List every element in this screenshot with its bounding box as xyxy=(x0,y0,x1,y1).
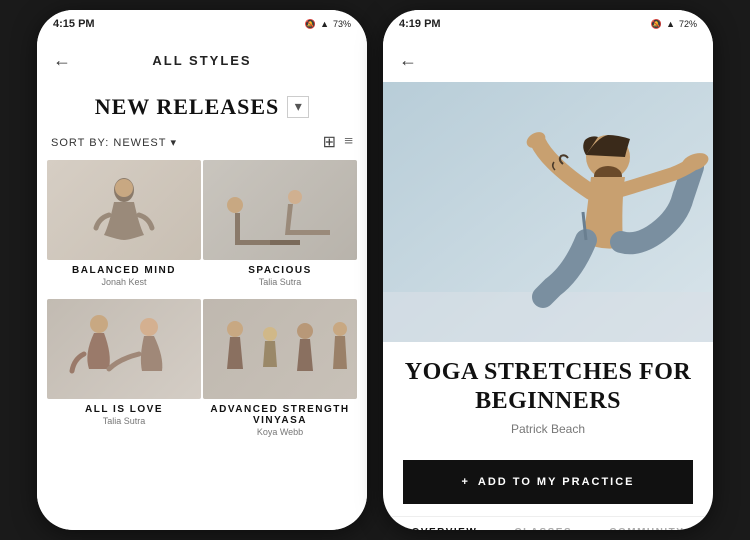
tab-classes[interactable]: CLASSES xyxy=(514,527,572,530)
right-phone: 4:19 PM 🔕 ▲ 72% ← xyxy=(383,10,713,530)
signal-icon: 🔕 xyxy=(305,19,316,30)
hero-title: YOGA STRETCHES FOR BEGINNERS xyxy=(403,358,693,416)
video-subtitle-4: Koya Webb xyxy=(257,427,303,437)
wifi-icon-right: ▲ xyxy=(666,19,675,29)
battery-left: 73% xyxy=(333,19,351,29)
sort-view-icons: ⊞ ≡ xyxy=(323,132,353,152)
section-header: NEW RELEASES ▾ xyxy=(37,82,367,128)
video-title-2: SPACIOUS xyxy=(248,265,312,276)
nav-bar-left: ← ALL STYLES xyxy=(37,38,367,82)
section-dropdown[interactable]: ▾ xyxy=(287,96,309,118)
back-button-right[interactable]: ← xyxy=(399,50,417,71)
video-title-1: BALANCED MIND xyxy=(72,265,176,276)
video-subtitle-3: Talia Sutra xyxy=(103,416,146,426)
screen-content-left: NEW RELEASES ▾ SORT BY: NEWEST ▾ ⊞ ≡ xyxy=(37,82,367,530)
video-thumbnail-3 xyxy=(47,299,201,399)
tab-overview[interactable]: OVERVIEW xyxy=(412,527,478,530)
sort-caret: ▾ xyxy=(171,137,178,149)
left-phone: 4:15 PM 🔕 ▲ 73% ← ALL STYLES NEW RELEASE… xyxy=(37,10,367,530)
video-thumbnail-1 xyxy=(47,160,201,260)
time-left: 4:15 PM xyxy=(53,18,95,30)
sort-row: SORT BY: NEWEST ▾ ⊞ ≡ xyxy=(37,128,367,160)
hero-author: Patrick Beach xyxy=(403,422,693,436)
sort-value: NEWEST xyxy=(113,137,166,149)
hero-content: YOGA STRETCHES FOR BEGINNERS Patrick Bea… xyxy=(383,342,713,448)
video-title-4: ADVANCED STRENGTH VINYASA xyxy=(203,404,357,426)
video-title-3: ALL IS LOVE xyxy=(85,404,163,415)
list-item[interactable]: BALANCED MIND Jonah Kest xyxy=(47,160,201,287)
page-title-left: ALL STYLES xyxy=(152,53,251,68)
time-right: 4:19 PM xyxy=(399,18,441,30)
signal-icon-right: 🔕 xyxy=(651,19,662,30)
battery-right: 72% xyxy=(679,19,697,29)
back-button-left[interactable]: ← xyxy=(53,50,71,71)
section-title: NEW RELEASES xyxy=(95,94,280,120)
tab-community[interactable]: COMMUNITY xyxy=(609,527,684,530)
video-thumbnail-2 xyxy=(203,160,357,260)
nav-bar-right: ← xyxy=(383,38,713,82)
list-view-icon[interactable]: ≡ xyxy=(344,133,353,151)
status-bar-right: 4:19 PM 🔕 ▲ 72% xyxy=(383,10,713,38)
status-icons-left: 🔕 ▲ 73% xyxy=(305,19,351,30)
hero-image xyxy=(383,82,713,342)
detail-tabs: OVERVIEW CLASSES COMMUNITY xyxy=(383,516,713,530)
add-to-practice-button[interactable]: + ADD TO MY PRACTICE xyxy=(403,460,693,504)
list-item[interactable]: SPACIOUS Talia Sutra xyxy=(203,160,357,287)
status-icons-right: 🔕 ▲ 72% xyxy=(651,19,697,30)
list-item[interactable]: ADVANCED STRENGTH VINYASA Koya Webb xyxy=(203,299,357,437)
add-btn-label: ADD TO MY PRACTICE xyxy=(478,476,635,488)
wifi-icon: ▲ xyxy=(320,19,329,29)
video-grid: BALANCED MIND Jonah Kest xyxy=(37,160,367,447)
video-thumbnail-4 xyxy=(203,299,357,399)
grid-view-icon[interactable]: ⊞ xyxy=(323,132,336,152)
add-icon: + xyxy=(461,476,469,488)
list-item[interactable]: ALL IS LOVE Talia Sutra xyxy=(47,299,201,437)
video-subtitle-2: Talia Sutra xyxy=(259,277,302,287)
sort-label[interactable]: SORT BY: NEWEST ▾ xyxy=(51,136,177,149)
status-bar-left: 4:15 PM 🔕 ▲ 73% xyxy=(37,10,367,38)
video-subtitle-1: Jonah Kest xyxy=(101,277,146,287)
